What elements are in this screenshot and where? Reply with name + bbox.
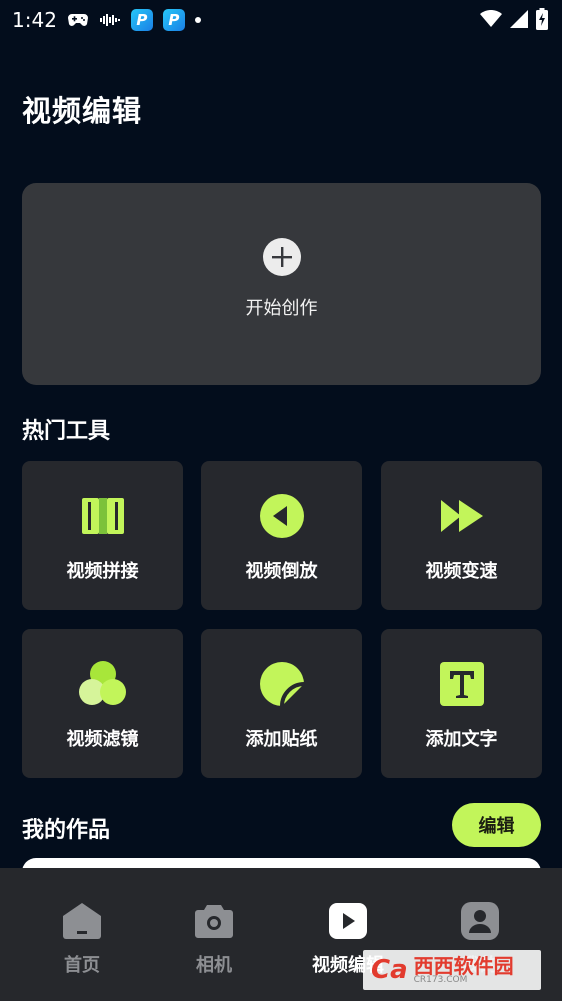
- app-p-icon: P: [162, 9, 185, 31]
- hot-tools-title: 热门工具: [22, 419, 111, 444]
- nav-home[interactable]: 首页: [12, 868, 152, 1001]
- filter-icon: [78, 659, 128, 709]
- page-title: 视频编辑: [22, 94, 143, 128]
- plus-icon: [262, 238, 301, 276]
- nav-label: 相机: [196, 955, 232, 976]
- speed-icon: [437, 491, 487, 541]
- status-bar: 1:42 P P: [0, 0, 562, 40]
- tool-label: 视频倒放: [245, 561, 318, 582]
- tool-add-sticker[interactable]: 添加贴纸: [201, 629, 362, 778]
- voicemail-icon: [99, 12, 121, 28]
- sticker-icon: [257, 659, 307, 709]
- tool-label: 视频变速: [425, 561, 498, 582]
- my-works-title: 我的作品: [22, 818, 111, 843]
- gamepad-icon: [67, 12, 89, 28]
- home-icon: [62, 901, 102, 941]
- nav-label: 首页: [64, 955, 100, 976]
- watermark-logo: Ca: [371, 955, 408, 985]
- tool-video-splice[interactable]: 视频拼接: [22, 461, 183, 610]
- watermark: Ca 西西软件园 CR173.COM: [363, 950, 541, 990]
- start-creating-label: 开始创作: [245, 298, 318, 319]
- nav-camera[interactable]: 相机: [144, 868, 284, 1001]
- tool-label: 视频滤镜: [66, 729, 139, 750]
- wifi-icon: [480, 9, 502, 32]
- splice-icon: [78, 491, 128, 541]
- tool-label: 添加贴纸: [245, 729, 318, 750]
- profile-icon: [460, 901, 500, 941]
- camera-icon: [194, 901, 234, 941]
- tool-label: 添加文字: [425, 729, 498, 750]
- text-icon: [437, 659, 487, 709]
- tool-video-speed[interactable]: 视频变速: [381, 461, 542, 610]
- tool-add-text[interactable]: 添加文字: [381, 629, 542, 778]
- app-p-icon: P: [130, 9, 153, 31]
- status-time: 1:42: [12, 8, 57, 32]
- battery-charging-icon: [536, 8, 548, 34]
- play-icon: [328, 901, 368, 941]
- edit-button[interactable]: 编辑: [452, 803, 541, 847]
- notification-dot-icon: [194, 17, 201, 23]
- start-creating-card[interactable]: 开始创作: [22, 183, 541, 385]
- reverse-icon: [257, 491, 307, 541]
- watermark-text: 西西软件园: [413, 953, 514, 978]
- tool-video-reverse[interactable]: 视频倒放: [201, 461, 362, 610]
- signal-icon: [510, 10, 528, 32]
- tool-label: 视频拼接: [66, 561, 139, 582]
- tool-video-filter[interactable]: 视频滤镜: [22, 629, 183, 778]
- watermark-subtext: CR173.COM: [413, 974, 468, 985]
